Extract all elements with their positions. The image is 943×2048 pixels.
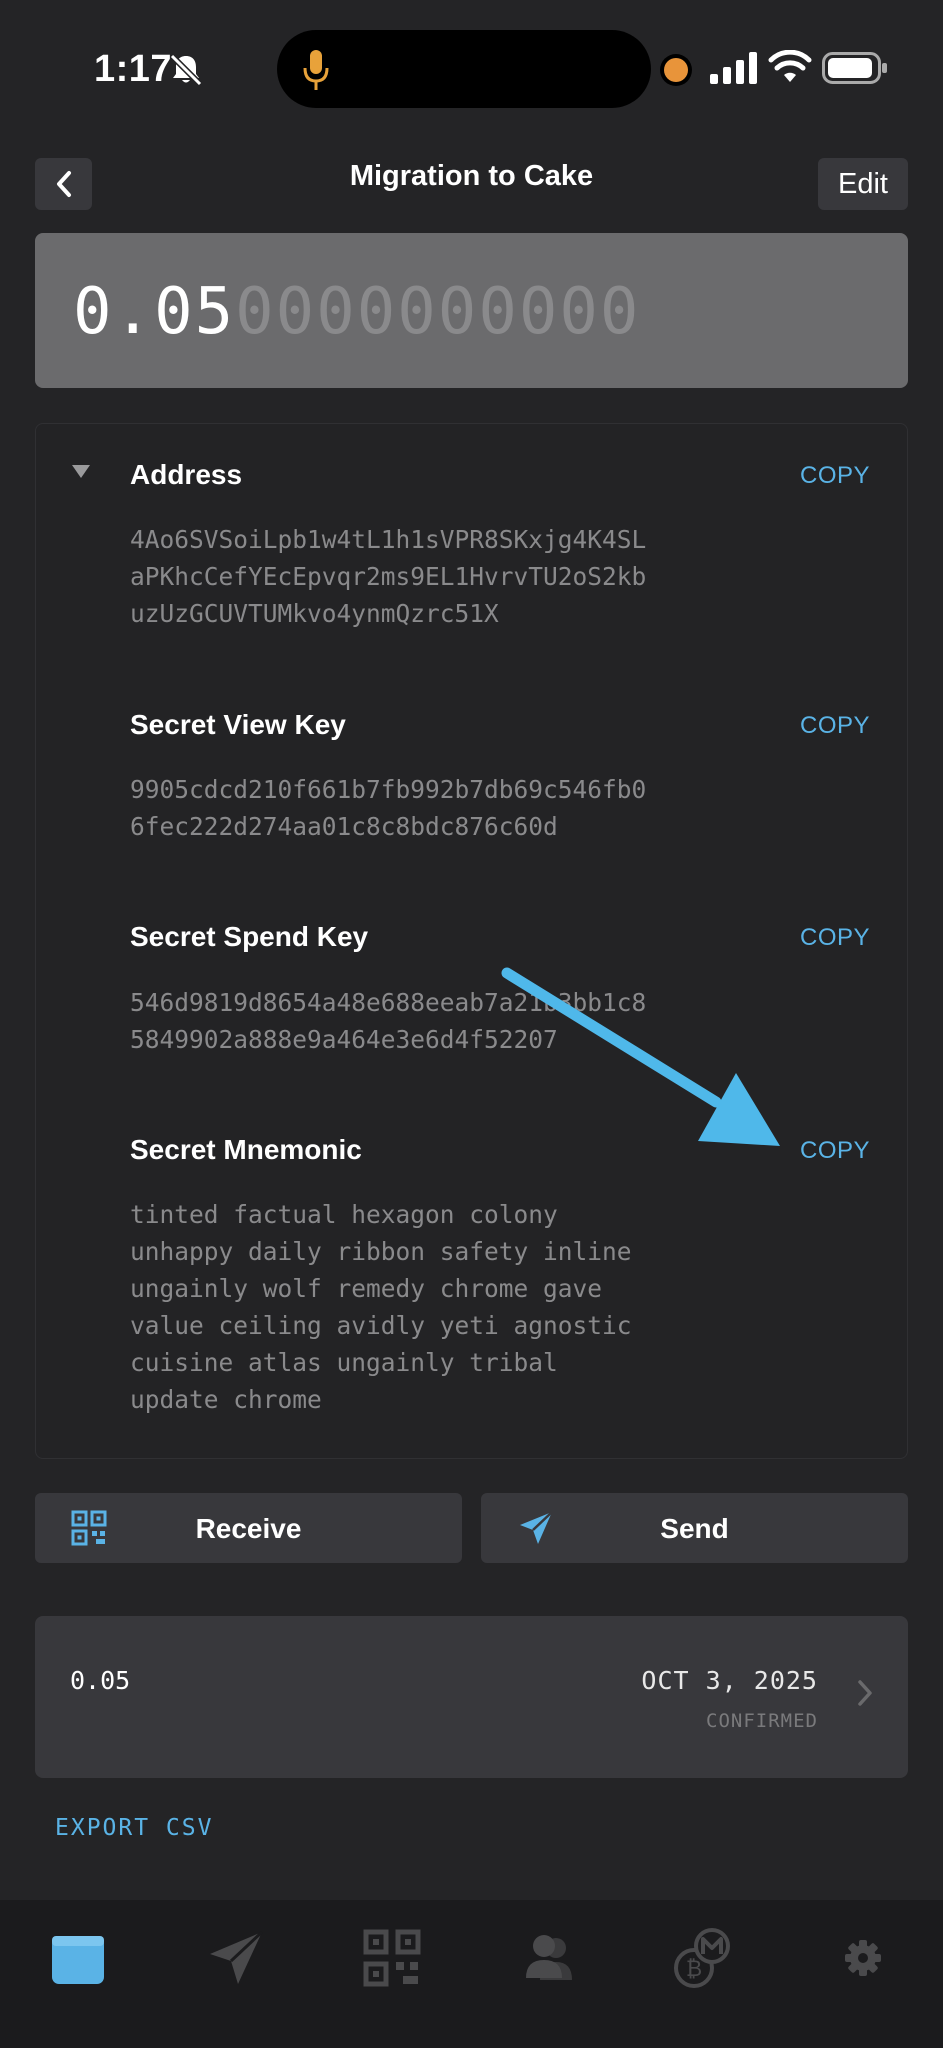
tx-date: OCT 3, 2025 — [641, 1666, 818, 1695]
paper-plane-icon — [210, 1930, 264, 1984]
qr-tab[interactable] — [362, 1928, 422, 1988]
wallet-icon — [52, 1936, 104, 1984]
spend-key-label: Secret Spend Key — [130, 921, 369, 952]
chevron-right-icon — [858, 1680, 872, 1706]
receive-label: Receive — [195, 1513, 302, 1544]
coins-icon: ₿ — [674, 1928, 730, 1988]
mnemonic-value: tinted factual hexagon colony unhappy da… — [130, 1200, 632, 1414]
recording-indicator — [664, 58, 688, 82]
address-label: Address — [130, 459, 243, 490]
page-title: Migration to Cake — [349, 160, 594, 192]
export-csv-link[interactable]: EXPORT CSV — [55, 1815, 213, 1841]
svg-text:₿: ₿ — [686, 1957, 702, 1982]
contacts-icon — [526, 1935, 572, 1980]
address-value: 4Ao6SVSoiLpb1w4tL1h1sVPR8SKxjg4K4SL aPKh… — [130, 525, 647, 628]
balance-trailing-zeros: 0000000000 — [235, 275, 641, 349]
tx-status: CONFIRMED — [706, 1710, 818, 1732]
gear-icon — [845, 1940, 881, 1976]
balance-main: 0.05 — [73, 275, 236, 349]
collapse-triangle-icon[interactable] — [72, 465, 90, 478]
copy-spend-key-button[interactable]: COPY — [800, 924, 870, 952]
copy-view-key-button[interactable]: COPY — [800, 712, 870, 740]
copy-mnemonic-button[interactable]: COPY — [800, 1137, 870, 1165]
tx-amount: 0.05 — [70, 1666, 131, 1695]
view-key-value: 9905cdcd210f661b7fb992b7db69c546fb0 6fec… — [130, 775, 647, 841]
annotation-arrow — [501, 967, 780, 1146]
status-time: 1:17 — [94, 48, 173, 90]
copy-address-button[interactable]: COPY — [800, 462, 870, 490]
send-button[interactable]: Send — [481, 1493, 908, 1563]
view-key-label: Secret View Key — [130, 709, 346, 740]
qr-code-icon — [363, 1929, 421, 1987]
microphone-icon — [303, 50, 329, 90]
transaction-row[interactable]: 0.05 OCT 3, 2025 CONFIRMED — [35, 1616, 908, 1778]
bell-off-icon — [169, 53, 203, 87]
contacts-tab[interactable] — [520, 1928, 580, 1988]
balance-display: 0.050000000000 — [35, 233, 908, 388]
edit-button[interactable]: Edit — [818, 158, 908, 210]
wifi-icon — [768, 50, 812, 82]
dynamic-island — [277, 30, 651, 108]
wallet-tab[interactable] — [48, 1928, 108, 1988]
receive-button[interactable]: Receive — [35, 1493, 462, 1563]
balance-amount: 0.050000000000 — [73, 275, 640, 349]
send-tab[interactable] — [206, 1928, 266, 1988]
settings-tab[interactable] — [833, 1928, 893, 1988]
mnemonic-label: Secret Mnemonic — [130, 1134, 362, 1165]
battery-icon — [822, 52, 887, 84]
send-label: Send — [660, 1513, 729, 1544]
signal-icon — [710, 52, 757, 84]
crypto-tab[interactable]: ₿ — [670, 1928, 730, 1988]
tab-bar: ₿ — [0, 1900, 943, 2048]
